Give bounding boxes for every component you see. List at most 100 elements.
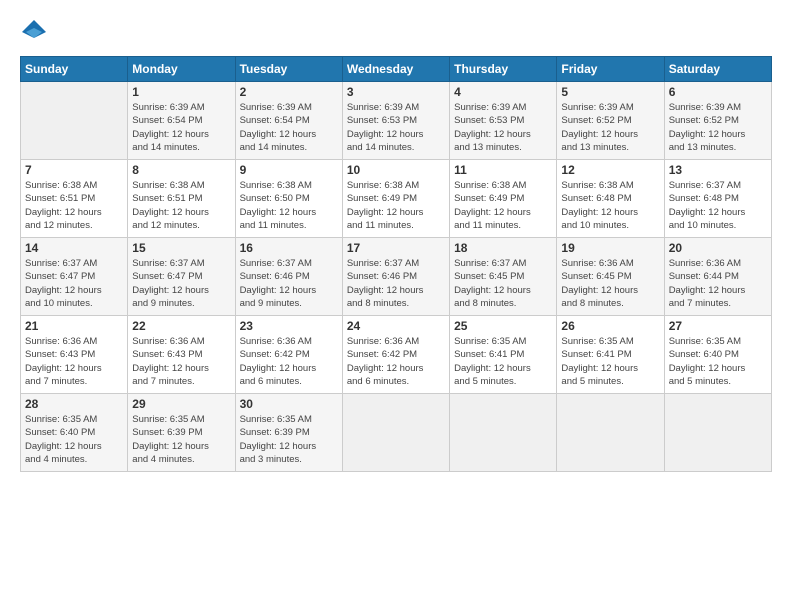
cell-info-line: Sunset: 6:41 PM <box>454 348 552 361</box>
cell-info-line: Sunrise: 6:37 AM <box>669 179 767 192</box>
cell-info-line: Sunset: 6:49 PM <box>347 192 445 205</box>
cell-info-line: and 14 minutes. <box>132 141 230 154</box>
cell-info-line: Daylight: 12 hours <box>132 440 230 453</box>
calendar-cell: 19Sunrise: 6:36 AMSunset: 6:45 PMDayligh… <box>557 238 664 316</box>
cell-info-line: Daylight: 12 hours <box>240 440 338 453</box>
cell-info-line: Daylight: 12 hours <box>25 284 123 297</box>
calendar-cell <box>342 394 449 472</box>
cell-info-line: Sunrise: 6:35 AM <box>669 335 767 348</box>
day-number: 7 <box>25 163 123 177</box>
day-info: Sunrise: 6:37 AMSunset: 6:48 PMDaylight:… <box>669 179 767 232</box>
calendar-cell: 21Sunrise: 6:36 AMSunset: 6:43 PMDayligh… <box>21 316 128 394</box>
cell-info-line: Daylight: 12 hours <box>669 206 767 219</box>
day-number: 1 <box>132 85 230 99</box>
cell-info-line: Sunrise: 6:38 AM <box>25 179 123 192</box>
cell-info-line: Daylight: 12 hours <box>561 128 659 141</box>
cell-info-line: Daylight: 12 hours <box>454 284 552 297</box>
day-number: 22 <box>132 319 230 333</box>
cell-info-line: Sunrise: 6:37 AM <box>25 257 123 270</box>
day-number: 11 <box>454 163 552 177</box>
cell-info-line: Daylight: 12 hours <box>132 284 230 297</box>
calendar-cell: 8Sunrise: 6:38 AMSunset: 6:51 PMDaylight… <box>128 160 235 238</box>
cell-info-line: Sunset: 6:51 PM <box>25 192 123 205</box>
day-info: Sunrise: 6:39 AMSunset: 6:54 PMDaylight:… <box>132 101 230 154</box>
calendar-table: SundayMondayTuesdayWednesdayThursdayFrid… <box>20 56 772 472</box>
weekday-header-thursday: Thursday <box>450 57 557 82</box>
cell-info-line: and 10 minutes. <box>25 297 123 310</box>
cell-info-line: and 4 minutes. <box>25 453 123 466</box>
cell-info-line: Daylight: 12 hours <box>240 362 338 375</box>
cell-info-line: Daylight: 12 hours <box>132 128 230 141</box>
day-number: 19 <box>561 241 659 255</box>
cell-info-line: Daylight: 12 hours <box>240 284 338 297</box>
day-number: 3 <box>347 85 445 99</box>
calendar-cell: 18Sunrise: 6:37 AMSunset: 6:45 PMDayligh… <box>450 238 557 316</box>
day-info: Sunrise: 6:35 AMSunset: 6:41 PMDaylight:… <box>454 335 552 388</box>
cell-info-line: Daylight: 12 hours <box>132 362 230 375</box>
header <box>20 18 772 46</box>
day-number: 23 <box>240 319 338 333</box>
cell-info-line: and 13 minutes. <box>561 141 659 154</box>
day-info: Sunrise: 6:36 AMSunset: 6:43 PMDaylight:… <box>25 335 123 388</box>
day-info: Sunrise: 6:38 AMSunset: 6:49 PMDaylight:… <box>347 179 445 232</box>
day-info: Sunrise: 6:38 AMSunset: 6:48 PMDaylight:… <box>561 179 659 232</box>
weekday-header-row: SundayMondayTuesdayWednesdayThursdayFrid… <box>21 57 772 82</box>
cell-info-line: and 5 minutes. <box>561 375 659 388</box>
calendar-cell: 1 Sunrise: 6:39 AMSunset: 6:54 PMDaylight… <box>128 82 235 160</box>
cell-info-line: and 11 minutes. <box>347 219 445 232</box>
cell-info-line: Sunset: 6:39 PM <box>240 426 338 439</box>
day-number: 26 <box>561 319 659 333</box>
day-number: 13 <box>669 163 767 177</box>
day-info: Sunrise: 6:35 AMSunset: 6:39 PMDaylight:… <box>240 413 338 466</box>
day-info: Sunrise: 6:39 AMSunset: 6:52 PMDaylight:… <box>561 101 659 154</box>
calendar-cell: 3Sunrise: 6:39 AMSunset: 6:53 PMDaylight… <box>342 82 449 160</box>
cell-info-line: Sunrise: 6:35 AM <box>132 413 230 426</box>
calendar-cell: 28Sunrise: 6:35 AMSunset: 6:40 PMDayligh… <box>21 394 128 472</box>
day-number: 9 <box>240 163 338 177</box>
calendar-cell: 25 Sunrise: 6:35 AMSunset: 6:41 PMDayligh… <box>450 316 557 394</box>
cell-info-line: Daylight: 12 hours <box>454 206 552 219</box>
calendar-cell: 2Sunrise: 6:39 AMSunset: 6:54 PMDaylight… <box>235 82 342 160</box>
day-info: Sunrise: 6:37 AMSunset: 6:46 PMDaylight:… <box>240 257 338 310</box>
cell-info-line: Sunset: 6:52 PM <box>561 114 659 127</box>
calendar-cell: 20Sunrise: 6:36 AMSunset: 6:44 PMDayligh… <box>664 238 771 316</box>
calendar-cell: 12Sunrise: 6:38 AMSunset: 6:48 PMDayligh… <box>557 160 664 238</box>
cell-info-line: Sunrise: 6:36 AM <box>669 257 767 270</box>
cell-info-line: Daylight: 12 hours <box>347 206 445 219</box>
cell-info-line: and 9 minutes. <box>132 297 230 310</box>
cell-info-line: Sunset: 6:40 PM <box>669 348 767 361</box>
cell-info-line: Daylight: 12 hours <box>561 206 659 219</box>
cell-info-line: Sunrise: 6:39 AM <box>240 101 338 114</box>
cell-info-line: Daylight: 12 hours <box>347 128 445 141</box>
cell-info-line: and 12 minutes. <box>132 219 230 232</box>
calendar-cell: 13 Sunrise: 6:37 AMSunset: 6:48 PMDayligh… <box>664 160 771 238</box>
cell-info-line: Sunset: 6:47 PM <box>132 270 230 283</box>
weekday-header-sunday: Sunday <box>21 57 128 82</box>
cell-info-line: Sunset: 6:41 PM <box>561 348 659 361</box>
cell-info-line: Daylight: 12 hours <box>669 284 767 297</box>
day-number: 20 <box>669 241 767 255</box>
cell-info-line: Daylight: 12 hours <box>561 362 659 375</box>
calendar-page: SundayMondayTuesdayWednesdayThursdayFrid… <box>0 0 792 612</box>
calendar-cell: 11Sunrise: 6:38 AMSunset: 6:49 PMDayligh… <box>450 160 557 238</box>
cell-info-line: Daylight: 12 hours <box>454 362 552 375</box>
day-number: 10 <box>347 163 445 177</box>
day-info: Sunrise: 6:38 AMSunset: 6:51 PMDaylight:… <box>132 179 230 232</box>
cell-info-line: Sunrise: 6:36 AM <box>132 335 230 348</box>
cell-info-line: Daylight: 12 hours <box>25 440 123 453</box>
cell-info-line: Sunset: 6:39 PM <box>132 426 230 439</box>
cell-info-line: and 8 minutes. <box>454 297 552 310</box>
day-info: Sunrise: 6:36 AMSunset: 6:43 PMDaylight:… <box>132 335 230 388</box>
calendar-week-3: 14Sunrise: 6:37 AMSunset: 6:47 PMDayligh… <box>21 238 772 316</box>
cell-info-line: Sunrise: 6:35 AM <box>25 413 123 426</box>
day-info: Sunrise: 6:35 AMSunset: 6:40 PMDaylight:… <box>669 335 767 388</box>
logo <box>20 18 52 46</box>
day-number: 25 <box>454 319 552 333</box>
cell-info-line: Sunset: 6:46 PM <box>347 270 445 283</box>
cell-info-line: Sunset: 6:51 PM <box>132 192 230 205</box>
calendar-cell: 30Sunrise: 6:35 AMSunset: 6:39 PMDayligh… <box>235 394 342 472</box>
cell-info-line: Sunrise: 6:38 AM <box>561 179 659 192</box>
calendar-cell <box>21 82 128 160</box>
cell-info-line: Sunrise: 6:35 AM <box>240 413 338 426</box>
cell-info-line: and 7 minutes. <box>25 375 123 388</box>
